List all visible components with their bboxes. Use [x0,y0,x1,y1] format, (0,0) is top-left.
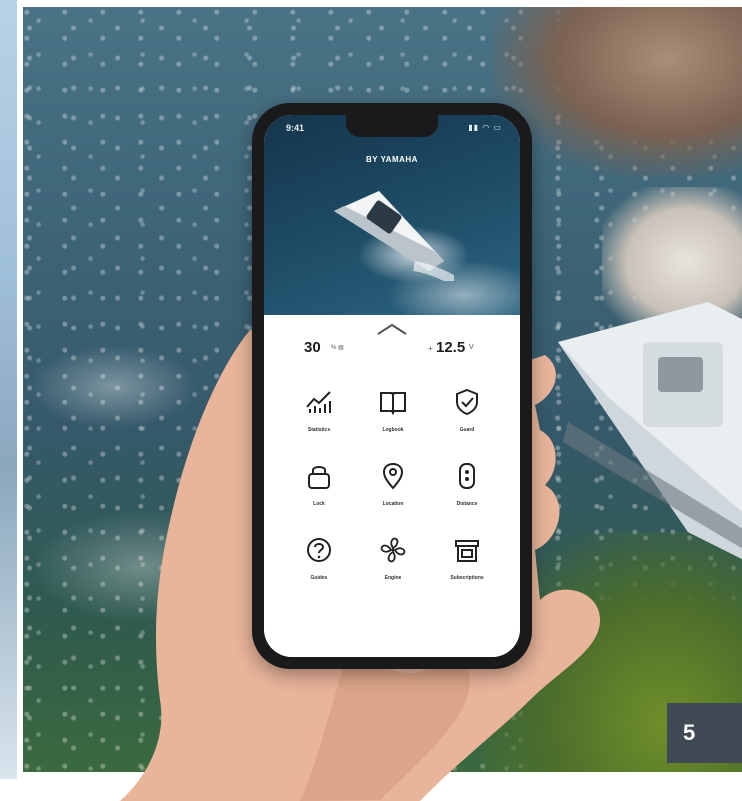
remote-icon [459,463,475,489]
smartphone: 9:41 ▮▮ ◠ ▭ BY YAMAHA 30 % ▤ + 12.5 V St… [252,103,532,669]
menu-item-distance[interactable]: Distance [430,461,504,535]
phone-notch [346,115,438,137]
menu-item-engine[interactable]: Engine [356,535,430,609]
menu-item-location[interactable]: Location [356,461,430,535]
status-icons: ▮▮ ◠ ▭ [468,123,502,132]
bottom-panel: 30 % ▤ + 12.5 V Statistics Logbook Guard… [264,315,520,657]
lock-icon [308,466,330,489]
menu-item-lock[interactable]: Lock [282,461,356,535]
menu-item-label: Subscriptions [450,575,484,581]
fuel-level-value: 30 [304,339,321,356]
menu-item-logbook[interactable]: Logbook [356,387,430,461]
menu-item-statistics[interactable]: Statistics [282,387,356,461]
guard-icon [456,388,478,416]
menu-item-label: Engine [384,575,402,581]
menu-item-label: Statistics [307,427,331,433]
brand-title: BY YAMAHA [366,155,418,164]
menu-item-guard[interactable]: Guard [430,387,504,461]
location-icon [382,462,404,490]
menu-item-label: Logbook [382,427,404,433]
menu-item-label: Guides [310,575,328,581]
menu-item-label: Location [382,501,404,507]
menu-grid: Statistics Logbook Guard Lock Location D… [282,387,504,627]
fuel-level-unit: % ▤ [331,345,344,351]
battery-prefix: + [428,344,433,353]
phone-screen: 9:41 ▮▮ ◠ ▭ BY YAMAHA 30 % ▤ + 12.5 V St… [264,115,520,657]
battery-voltage-unit: V [469,344,474,351]
menu-item-guides[interactable]: Guides [282,535,356,609]
propeller-icon [380,537,406,563]
statistics-icon [306,391,331,413]
store-icon [455,540,479,562]
battery-voltage-value: 12.5 [436,339,466,356]
status-time: 9:41 [286,123,305,133]
chevron-up-icon[interactable] [376,323,408,335]
help-icon [307,538,331,562]
page-number: 5 [667,703,742,763]
logbook-icon [380,392,406,416]
hero-image: 9:41 ▮▮ ◠ ▭ BY YAMAHA [264,115,520,323]
boat-illustration [558,302,742,559]
menu-item-label: Guard [459,427,475,433]
menu-item-label: Lock [313,501,325,507]
boat-icon [334,191,454,281]
menu-item-subscriptions[interactable]: Subscriptions [430,535,504,609]
menu-item-label: Distance [456,501,478,507]
adjacent-photo-edge [0,0,17,779]
